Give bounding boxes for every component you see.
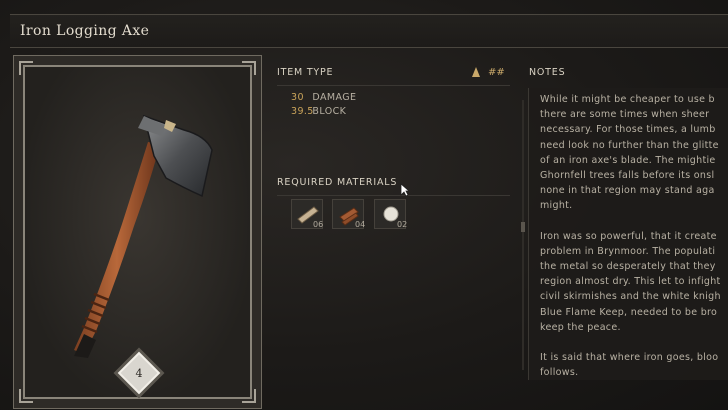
stat-value: 30	[291, 92, 304, 103]
notes-scrollbar-thumb[interactable]	[521, 222, 525, 232]
item-type-tag: ##	[488, 67, 505, 78]
flame-icon	[472, 67, 480, 77]
notes-paragraph: While it might be cheaper to use b there…	[540, 94, 719, 212]
tier-number: 4	[135, 366, 143, 380]
title-bar: Iron Logging Axe	[10, 14, 728, 48]
item-card: 4	[13, 55, 262, 409]
notes-text: While it might be cheaper to use b there…	[540, 92, 728, 380]
iron-axe-icon	[74, 114, 213, 358]
notes-heading: NOTES	[529, 67, 566, 78]
notes-scrollbar[interactable]	[522, 100, 524, 370]
required-materials-heading: REQUIRED MATERIALS	[277, 177, 398, 188]
frame-corner	[19, 61, 33, 75]
divider	[277, 195, 510, 196]
notes-panel[interactable]: While it might be cheaper to use b there…	[528, 88, 728, 380]
item-title: Iron Logging Axe	[20, 23, 150, 39]
frame-corner	[19, 389, 33, 403]
material-quantity: 06	[313, 220, 324, 229]
material-quantity: 02	[397, 220, 408, 229]
stat-damage: 30 DAMAGE	[291, 92, 356, 103]
stat-label: BLOCK	[312, 106, 347, 117]
frame-corner	[242, 389, 256, 403]
stat-value: 39.5	[291, 106, 314, 117]
notes-paragraph: Iron was so powerful, that it create pro…	[540, 230, 721, 333]
frame-corner	[242, 61, 256, 75]
item-type-heading: ITEM TYPE	[277, 67, 334, 78]
stat-block: 39.5 BLOCK	[291, 106, 346, 117]
mouse-cursor-icon	[400, 183, 410, 197]
divider	[277, 85, 510, 86]
stat-label: DAMAGE	[312, 92, 357, 103]
material-quantity: 04	[355, 220, 366, 229]
notes-paragraph: It is said that where iron goes, bloo fo…	[540, 352, 719, 379]
